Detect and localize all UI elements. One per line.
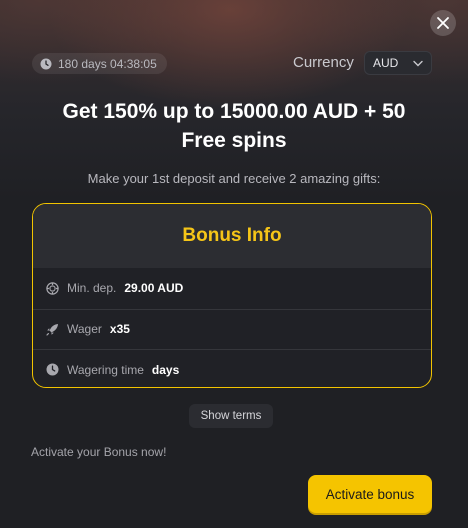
- timer-text: 180 days 04:38:05: [58, 56, 157, 71]
- headline-line-1: Get 150% up to 15000.00 AUD + 50: [62, 100, 406, 123]
- bonus-info-card: Bonus Info Min. dep. 29.00 AUD Wager x35: [32, 203, 432, 388]
- min-deposit-label: Min. dep.: [67, 281, 117, 296]
- wagering-time-label: Wagering time: [67, 362, 144, 377]
- currency-value: AUD: [373, 56, 399, 70]
- currency-select[interactable]: AUD: [364, 51, 432, 75]
- bonus-row-wager: Wager x35: [33, 308, 431, 350]
- bonus-headline: Get 150% up to 15000.00 AUD + 50 Free sp…: [0, 97, 468, 155]
- activate-bonus-button[interactable]: Activate bonus: [308, 475, 432, 513]
- chevron-down-icon: [413, 60, 423, 67]
- wager-label: Wager: [67, 322, 102, 337]
- bonus-row-wagering-time: Wagering time days: [33, 349, 431, 387]
- clock-icon: [40, 58, 52, 70]
- headline-line-2: Free spins: [181, 129, 287, 152]
- countdown-timer: 180 days 04:38:05: [32, 53, 167, 74]
- min-deposit-value: 29.00 AUD: [124, 281, 184, 296]
- bonus-row-min-deposit: Min. dep. 29.00 AUD: [33, 268, 431, 309]
- currency-label: Currency: [293, 54, 354, 71]
- close-button[interactable]: [430, 10, 456, 36]
- show-terms-button[interactable]: Show terms: [189, 404, 273, 428]
- activate-prompt: Activate your Bonus now!: [31, 445, 167, 459]
- chip-icon: [46, 282, 59, 295]
- bonus-info-title: Bonus Info: [33, 204, 431, 268]
- rocket-icon: [46, 323, 59, 336]
- wagering-time-value: days: [151, 362, 180, 377]
- close-icon: [436, 16, 450, 30]
- bonus-subtext: Make your 1st deposit and receive 2 amaz…: [87, 171, 381, 186]
- clock-icon: [46, 363, 59, 376]
- wager-value: x35: [109, 322, 130, 337]
